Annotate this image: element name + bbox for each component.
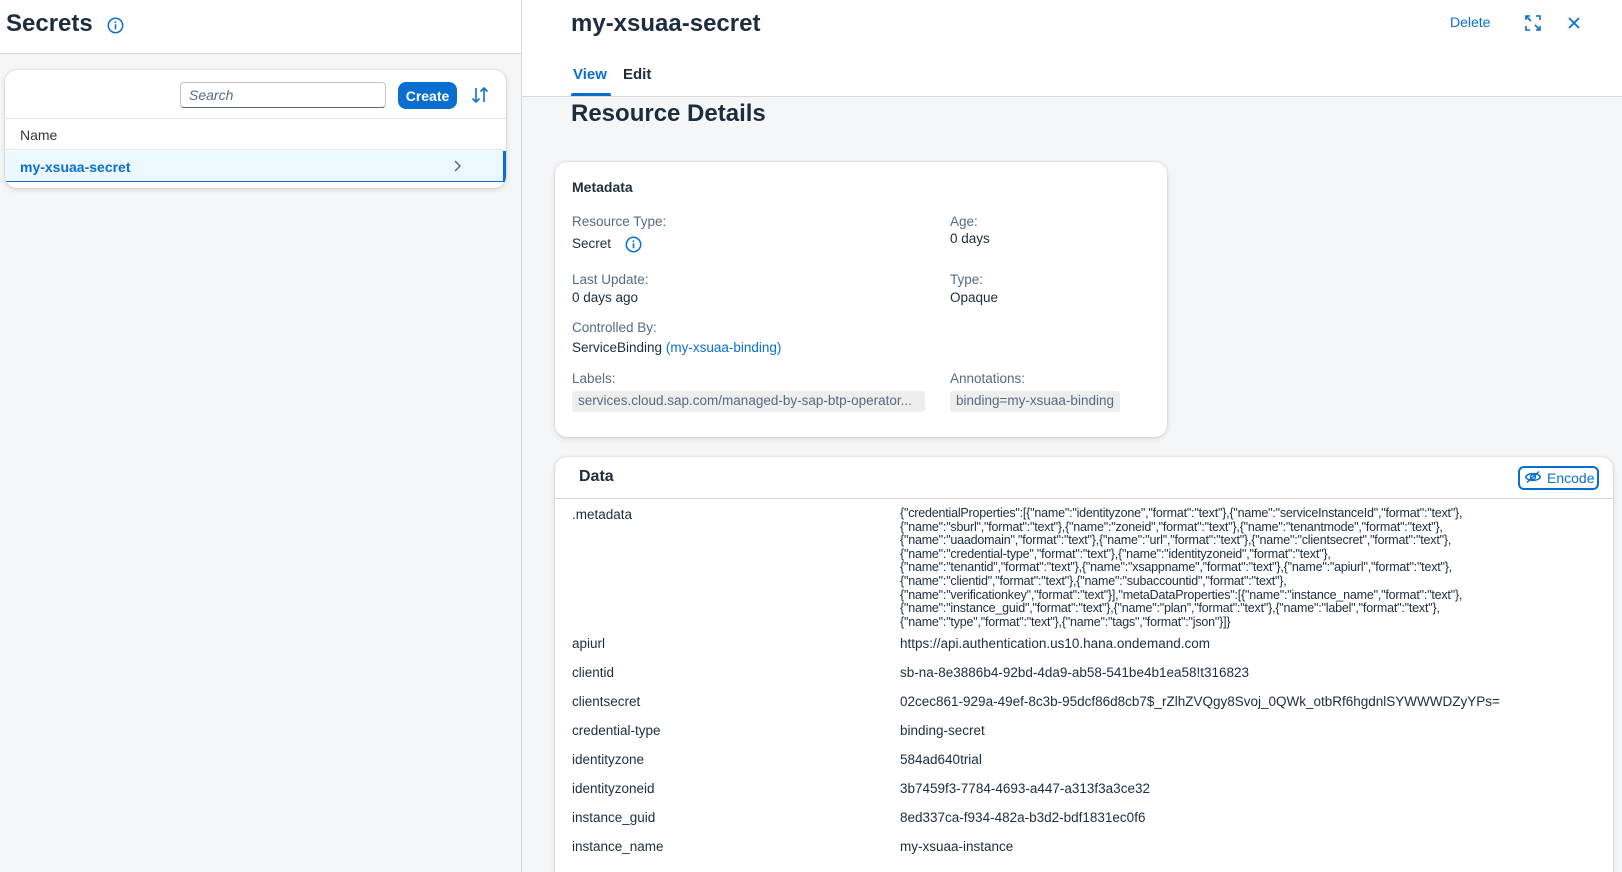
create-button[interactable]: Create — [398, 82, 457, 109]
data-value: https://api.authentication.us10.hana.ond… — [900, 636, 1210, 651]
metadata-card: Metadata Resource Type: Secret Age: 0 da… — [555, 162, 1167, 437]
close-icon[interactable] — [1562, 12, 1586, 34]
secrets-list-card: Create Name my-xsuaa-secret — [5, 70, 506, 188]
detail-title: my-xsuaa-secret — [571, 10, 761, 37]
controlled-by-value: ServiceBinding (my-xsuaa-binding) — [572, 340, 781, 355]
data-value: sb-na-8e3886b4-92bd-4da9-ab58-541be4b1ea… — [900, 665, 1250, 680]
data-key: .metadata — [572, 507, 633, 522]
last-update-value: 0 days ago — [572, 290, 639, 305]
hide-icon — [1524, 470, 1542, 487]
info-icon[interactable] — [625, 236, 642, 258]
resource-type-value: Secret — [572, 236, 612, 251]
annotations-label: Annotations: — [950, 371, 1026, 386]
list-header-bar: Secrets — [0, 0, 521, 54]
data-header: Data Encode — [555, 457, 1613, 499]
encode-label: Encode — [1547, 470, 1595, 486]
type-label: Type: — [950, 272, 984, 287]
table-header: Name — [5, 118, 506, 150]
data-value: 8ed337ca-f934-482a-b3d2-bdf1831ec0f6 — [900, 810, 1146, 825]
search-input[interactable] — [180, 82, 386, 108]
table-row[interactable]: my-xsuaa-secret — [5, 151, 506, 182]
data-key: clientid — [572, 665, 615, 680]
data-value: 02cec861-929a-49ef-8c3b-95dcf86d8cb7$_rZ… — [900, 694, 1500, 709]
data-key: credential-type — [572, 723, 661, 738]
annotation-token[interactable]: binding=my-xsuaa-binding — [950, 391, 1120, 412]
detail-header: my-xsuaa-secret Delete View Edit — [522, 0, 1622, 97]
data-key: apiurl — [572, 636, 606, 651]
data-key: instance_name — [572, 839, 664, 854]
fullscreen-icon[interactable] — [1521, 12, 1545, 34]
metadata-title: Metadata — [572, 179, 633, 195]
controlled-by-kind: ServiceBinding — [572, 340, 663, 355]
labels-label: Labels: — [572, 371, 616, 386]
chevron-right-icon — [452, 159, 462, 178]
data-key: identityzone — [572, 752, 645, 767]
page-title: Secrets — [6, 10, 93, 37]
data-key: instance_guid — [572, 810, 656, 825]
data-key: clientsecret — [572, 694, 641, 709]
data-key: identityzoneid — [572, 781, 655, 796]
type-value: Opaque — [950, 290, 999, 305]
row-name: my-xsuaa-secret — [20, 159, 131, 175]
data-card: Data Encode .metadata {"credentialProper… — [555, 457, 1613, 872]
data-value: 3b7459f3-7784-4693-a447-a313f3a3ce32 — [900, 781, 1150, 796]
info-icon[interactable] — [107, 17, 124, 39]
tab-selected-indicator — [571, 93, 611, 96]
age-value: 0 days — [950, 231, 990, 246]
detail-pane: my-xsuaa-secret Delete View Edit Resourc… — [522, 0, 1622, 872]
data-value: my-xsuaa-instance — [900, 839, 1014, 854]
column-header-name[interactable]: Name — [20, 127, 57, 143]
data-value: {"credentialProperties":[{"name":"identi… — [900, 506, 1463, 629]
secrets-list-pane: Secrets Create Name my-xsuaa-secret — [0, 0, 521, 872]
data-value: 584ad640trial — [900, 752, 982, 767]
section-title: Resource Details — [571, 100, 766, 127]
tab-view[interactable]: View — [573, 66, 607, 83]
sort-icon[interactable] — [467, 82, 493, 108]
resource-type-label: Resource Type: — [572, 214, 667, 229]
data-value: binding-secret — [900, 723, 985, 738]
last-update-label: Last Update: — [572, 272, 649, 287]
label-token[interactable]: services.cloud.sap.com/managed-by-sap-bt… — [572, 391, 925, 412]
data-title: Data — [579, 468, 614, 485]
tab-edit[interactable]: Edit — [623, 66, 651, 83]
delete-button[interactable]: Delete — [1450, 14, 1490, 30]
controlled-by-label: Controlled By: — [572, 320, 657, 335]
controlled-by-link[interactable]: (my-xsuaa-binding) — [666, 340, 782, 355]
encode-button[interactable]: Encode — [1518, 466, 1599, 490]
age-label: Age: — [950, 214, 978, 229]
